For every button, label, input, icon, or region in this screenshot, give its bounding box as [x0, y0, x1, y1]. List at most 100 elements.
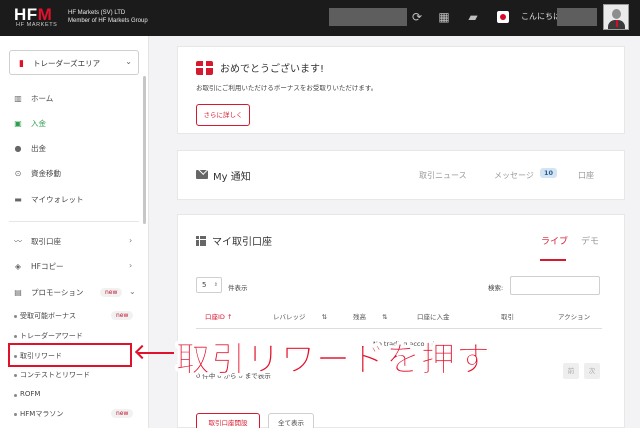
column-header-deposit: 口座に入金	[417, 313, 450, 321]
learn-more-button[interactable]: さらに詳しく	[196, 104, 250, 126]
sidebar-item-label: プロモーション	[31, 288, 84, 297]
prev-page-button[interactable]: 前	[563, 363, 579, 379]
sidebar-item-home[interactable]: ▥ ホーム	[12, 93, 53, 107]
redacted-account-box	[329, 8, 407, 26]
highlight-box	[8, 343, 132, 367]
chevron-down-icon: ⌄	[125, 57, 132, 66]
avatar-tie	[616, 20, 618, 27]
gift-icon: ▤	[14, 288, 22, 297]
logo-subtitle: HF MARKETS	[16, 22, 58, 28]
open-account-button[interactable]: 取引口座開設	[196, 413, 260, 428]
avatar-head	[612, 9, 621, 19]
column-header-label: 残高	[353, 313, 366, 321]
apps-grid-icon[interactable]: ▦	[437, 10, 451, 24]
new-badge: new	[111, 409, 134, 418]
company-line-1: HF Markets (SV) LTD	[68, 10, 126, 16]
notifications-card: My 通知 取引ニュース メッセージ 10 口座	[177, 150, 625, 200]
column-header-account-id[interactable]: 口座ID ↑	[205, 311, 232, 321]
trading-accounts-card: マイ取引口座 ライブ デモ 5 ⇕ 件表示 検索: 口座ID ↑ レバレッジ ⇅…	[177, 214, 625, 428]
chevron-down-icon: ⌄	[129, 287, 136, 296]
grid-icon	[196, 236, 206, 246]
chevron-right-icon: ›	[129, 261, 133, 270]
annotation-arrow	[138, 352, 174, 354]
sidebar-item-label: マイウォレット	[31, 195, 84, 204]
page-size-value: 5	[202, 281, 207, 289]
chevron-right-icon: ›	[129, 236, 133, 245]
withdraw-icon: ●	[14, 144, 22, 153]
sidebar-item-label: 出金	[31, 144, 46, 153]
wallet-icon: ▬	[14, 195, 22, 204]
sidebar-item-label: HFコピー	[31, 262, 64, 271]
sidebar-item-hfcopy[interactable]: ◈ HFコピー	[12, 261, 64, 275]
annotation-callout: 取引リワードを押す	[176, 340, 491, 381]
sidebar-subitem-trader-award[interactable]: トレーダーアワード	[14, 331, 83, 341]
sidebar-subitem-rofm[interactable]: ROFM	[13, 390, 40, 398]
congrats-text: お取引にご利用いただけるボーナスをお受取りいただけます。	[196, 84, 378, 92]
chat-icon[interactable]: ▰	[466, 10, 480, 24]
sort-up-icon: ↑	[227, 313, 233, 321]
sidebar-item-label: ホーム	[31, 94, 54, 103]
column-header-trade: 取引	[501, 313, 514, 321]
company-info: HF Markets (SV) LTD Member of HF Markets…	[68, 9, 148, 25]
tab-messages[interactable]: メッセージ	[494, 170, 534, 181]
new-badge: new	[111, 311, 134, 320]
select-arrows-icon: ⇕	[213, 282, 218, 288]
sidebar-subitem-hfm-marathon[interactable]: HFMマラソン	[13, 409, 63, 419]
deposit-icon: ▣	[14, 119, 22, 128]
next-page-button[interactable]: 次	[584, 363, 600, 379]
notifications-title: My 通知	[213, 172, 251, 183]
area-selector-label: トレーダーズエリア	[33, 59, 101, 68]
top-bar: HFM HF MARKETS HF Markets (SV) LTD Membe…	[0, 0, 640, 36]
sidebar-item-label: 資金移動	[31, 169, 61, 178]
avatar[interactable]	[603, 4, 629, 30]
chart-icon: ▥	[14, 94, 22, 103]
gift-icon	[196, 61, 213, 75]
accounts-title: マイ取引口座	[212, 237, 272, 248]
sidebar-item-label: 入金	[31, 119, 46, 128]
bonus-congrats-card: おめでとうございます! お取引にご利用いただけるボーナスをお受取りいただけます。…	[177, 46, 625, 134]
column-header-balance[interactable]: 残高 ⇅	[353, 311, 388, 321]
japan-flag-icon[interactable]	[497, 11, 509, 23]
layers-icon: ◈	[14, 262, 22, 271]
redacted-username	[557, 8, 597, 26]
sidebar-subitem-contest[interactable]: コンテストとリワード	[14, 370, 90, 380]
sidebar-subitem-available-bonus[interactable]: 受取可能ボーナス	[14, 311, 76, 321]
sidebar-item-withdraw[interactable]: ● 出金	[12, 143, 47, 157]
congrats-title: おめでとうございます!	[220, 64, 325, 75]
sidebar-scrollbar[interactable]	[143, 76, 146, 224]
sidebar: ▮ トレーダーズエリア ⌄ ▥ ホーム ▣ 入金 ● 出金 ⊙ 資金移動 ▬ マイウォレッ…	[0, 36, 149, 428]
show-all-button[interactable]: 全て表示	[268, 413, 314, 428]
sidebar-item-label: 取引口座	[31, 237, 61, 246]
sidebar-item-promotion[interactable]: ▤ プロモーション	[12, 287, 83, 301]
sort-icon: ⇅	[382, 313, 388, 321]
page-size-suffix: 件表示	[228, 284, 248, 292]
column-header-leverage[interactable]: レバレッジ ⇅	[273, 311, 327, 321]
tab-demo[interactable]: デモ	[581, 234, 599, 247]
sidebar-item-transfer[interactable]: ⊙ 資金移動	[12, 168, 61, 182]
transfer-icon: ⊙	[14, 169, 22, 178]
search-input[interactable]	[510, 276, 600, 295]
column-header-label: レバレッジ	[273, 313, 306, 321]
message-count-badge: 10	[540, 168, 558, 178]
company-line-2: Member of HF Markets Group	[68, 18, 148, 24]
search-label: 検索:	[488, 284, 504, 292]
sidebar-item-wallet[interactable]: ▬ マイウォレット	[12, 194, 84, 208]
page-size-select[interactable]: 5 ⇕	[196, 277, 222, 293]
sort-icon: ⇅	[321, 313, 328, 321]
bar-chart-icon: ▮	[19, 59, 24, 69]
column-header-label: 口座ID	[205, 313, 225, 321]
trading-chart-icon: 〰	[14, 237, 22, 246]
new-badge: new	[100, 288, 123, 297]
column-header-action: アクション	[558, 313, 591, 321]
greeting-text: こんにちは	[521, 12, 561, 21]
tab-live[interactable]: ライブ	[541, 234, 568, 247]
mail-icon	[196, 170, 208, 179]
sidebar-item-trading-accounts[interactable]: 〰取引口座	[12, 236, 61, 250]
sidebar-divider	[9, 221, 139, 222]
area-selector[interactable]: ▮ トレーダーズエリア ⌄	[9, 50, 139, 75]
refresh-icon[interactable]: ⟳	[410, 10, 424, 24]
tab-trading-news[interactable]: 取引ニュース	[419, 170, 467, 181]
table-header-divider	[196, 328, 602, 329]
sidebar-item-deposit[interactable]: ▣ 入金	[12, 118, 46, 132]
tab-accounts[interactable]: 口座	[578, 170, 594, 181]
